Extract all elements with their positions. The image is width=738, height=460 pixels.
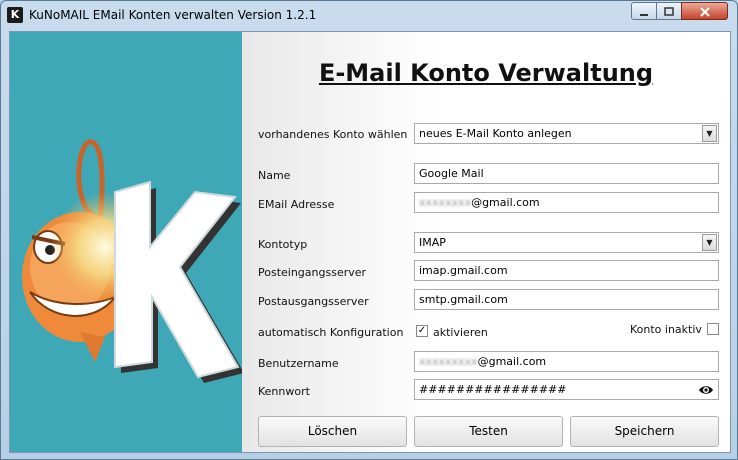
password-value: ################ [419,383,567,396]
autoconfig-checkbox-label[interactable]: aktivieren [433,326,488,339]
email-field[interactable]: xxxxxxxx@gmail.com [414,192,719,213]
account-type-value: IMAP [419,236,446,249]
dialog-body: E-Mail Konto Verwaltung vorhandenes Kont… [9,31,731,453]
email-domain: @gmail.com [471,196,540,209]
outgoing-server-field[interactable]: smtp.gmail.com [414,289,719,310]
window-title: KuNoMAIL EMail Konten verwalten Version … [29,8,317,22]
username-blurred-part: xxxxxxxxx [419,355,478,368]
page-title: E-Mail Konto Verwaltung [318,59,654,87]
mascot-logo-icon [22,139,244,383]
maximize-icon [664,7,674,16]
eye-icon[interactable] [698,383,714,397]
chevron-down-icon[interactable]: ▼ [702,234,717,251]
username-field[interactable]: xxxxxxxxx@gmail.com [414,351,719,372]
chevron-down-icon[interactable]: ▼ [702,125,717,142]
close-icon [699,7,710,17]
name-field[interactable]: Google Mail [414,163,719,184]
username-domain: @gmail.com [477,355,547,368]
account-select[interactable]: neues E-Mail Konto anlegen ▼ [414,123,719,144]
account-select-label: vorhandenes Konto wählen [258,128,408,141]
delete-button[interactable]: Löschen [258,416,407,447]
account-select-value: neues E-Mail Konto anlegen [419,127,572,140]
email-label: EMail Adresse [258,198,335,211]
outgoing-server-value: smtp.gmail.com [419,293,508,306]
email-blurred-part: xxxxxxxx [419,196,472,209]
logo-panel [10,32,244,452]
form-area: E-Mail Konto Verwaltung vorhandenes Kont… [242,32,730,452]
save-button[interactable]: Speichern [570,416,719,447]
minimize-icon [640,14,648,16]
app-window: K KuNoMAIL EMail Konten verwalten Versio… [0,0,738,460]
autoconfig-checkbox[interactable]: ✓ [416,325,428,337]
name-label: Name [258,169,291,182]
inactive-label: Konto inaktiv [630,323,702,336]
test-button[interactable]: Testen [414,416,563,447]
incoming-server-field[interactable]: imap.gmail.com [414,260,719,281]
close-button[interactable] [681,2,728,20]
maximize-button[interactable] [656,2,682,20]
account-type-select[interactable]: IMAP ▼ [414,232,719,253]
incoming-server-label: Posteingangsserver [258,266,367,279]
autoconfig-label: automatisch Konfiguration [258,326,404,339]
incoming-server-value: imap.gmail.com [419,264,508,277]
title-bar[interactable]: K KuNoMAIL EMail Konten verwalten Versio… [1,1,737,31]
password-field[interactable]: ################ [414,379,719,400]
app-icon: K [7,7,23,23]
inactive-checkbox[interactable] [707,323,719,335]
username-label: Benutzername [258,357,339,370]
password-label: Kennwort [258,385,310,398]
name-value: Google Mail [419,167,484,180]
minimize-button[interactable] [631,2,657,20]
outgoing-server-label: Postausgangsserver [258,295,369,308]
account-type-label: Kontotyp [258,238,308,251]
